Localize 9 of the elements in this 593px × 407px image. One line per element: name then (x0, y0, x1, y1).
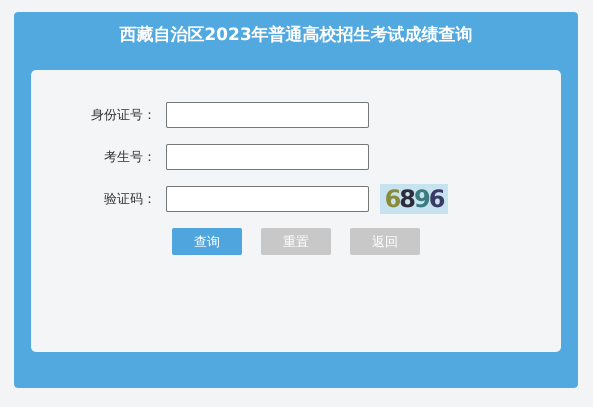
page-title: 西藏自治区2023年普通高校招生考试成绩查询 (118, 24, 474, 47)
input-field[interactable] (166, 102, 369, 128)
captcha-image[interactable]: 6896 (380, 184, 448, 214)
field-label: 验证码： (103, 191, 156, 208)
input-field[interactable] (166, 186, 369, 212)
field-label: 身份证号： (90, 107, 156, 124)
field-label: 考生号： (103, 149, 156, 166)
input-field[interactable] (166, 144, 369, 170)
form-button[interactable]: 查询 (172, 228, 242, 255)
